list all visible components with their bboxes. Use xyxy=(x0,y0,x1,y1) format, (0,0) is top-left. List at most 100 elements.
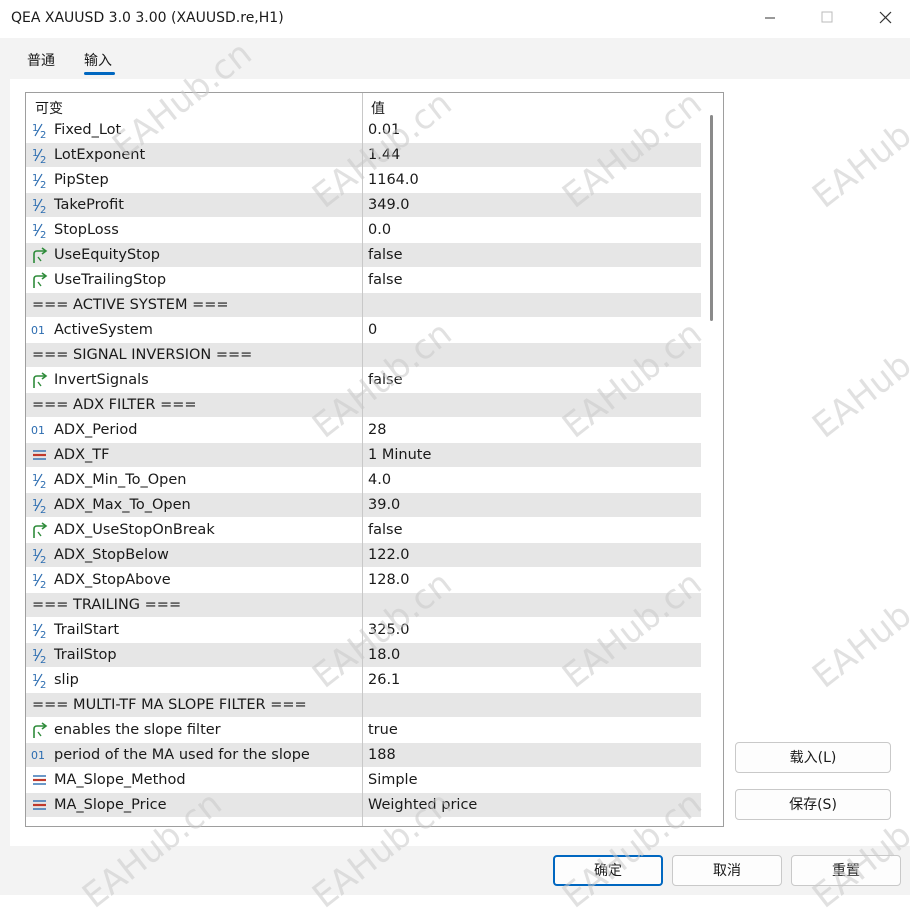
grid-header: 可变 值 xyxy=(26,93,701,118)
parameter-value[interactable]: Simple xyxy=(368,772,418,788)
parameter-value[interactable]: 325.0 xyxy=(368,622,410,638)
ok-button[interactable]: 确定 xyxy=(553,855,663,886)
parameter-row[interactable]: 1 2 ADX_StopAbove 128.0 xyxy=(26,568,701,593)
tab-general[interactable]: 普通 xyxy=(27,50,55,70)
parameter-row[interactable]: 01 ADX_Period 28 xyxy=(26,418,701,443)
parameter-row[interactable]: enables the slope filter true xyxy=(26,718,701,743)
parameters-grid: 可变 值 1 2 Fixed_Lot 0.01 1 2 LotExponent 1.44 1 2 P… xyxy=(25,92,724,827)
parameter-row[interactable]: 1 2 TakeProfit 349.0 xyxy=(26,193,701,218)
parameter-row[interactable]: 01 ActiveSystem 0 xyxy=(26,318,701,343)
parameter-value[interactable]: 188 xyxy=(368,747,396,763)
section-header-row[interactable]: === MULTI-TF MA SLOPE FILTER === xyxy=(26,693,701,718)
parameter-value[interactable]: 0.0 xyxy=(368,222,391,238)
fraction-icon: 12 xyxy=(30,195,50,215)
parameter-value[interactable]: false xyxy=(368,522,403,538)
parameter-value[interactable]: false xyxy=(368,372,403,388)
fraction-icon: 12 xyxy=(30,545,50,565)
parameter-row[interactable]: 1 2 TrailStop 18.0 xyxy=(26,643,701,668)
tab-inputs[interactable]: 输入 xyxy=(84,50,112,70)
section-header-row[interactable]: === ACTIVE SYSTEM === xyxy=(26,293,701,318)
parameter-value[interactable]: 0 xyxy=(368,322,377,338)
parameter-value[interactable]: 18.0 xyxy=(368,647,400,663)
bool-arrow-icon xyxy=(30,245,50,265)
reset-button[interactable]: 重置 xyxy=(791,855,901,886)
parameter-value[interactable]: 39.0 xyxy=(368,497,400,513)
parameter-row[interactable]: ADX_UseStopOnBreak false xyxy=(26,518,701,543)
fraction-icon: 12 xyxy=(30,620,50,640)
cancel-button[interactable]: 取消 xyxy=(672,855,782,886)
close-icon xyxy=(879,11,892,24)
parameter-row[interactable]: ADX_TF 1 Minute xyxy=(26,443,701,468)
parameter-row[interactable]: 1 2 ADX_Min_To_Open 4.0 xyxy=(26,468,701,493)
parameter-row[interactable]: 1 2 ADX_StopBelow 122.0 xyxy=(26,543,701,568)
parameter-row[interactable]: 1 2 StopLoss 0.0 xyxy=(26,218,701,243)
parameter-row[interactable]: 1 2 Fixed_Lot 0.01 xyxy=(26,118,701,143)
parameter-value[interactable]: 0.01 xyxy=(368,122,400,138)
parameter-name: ADX_UseStopOnBreak xyxy=(54,522,215,538)
svg-text:2: 2 xyxy=(40,655,46,665)
section-header-row[interactable]: === ADX FILTER === xyxy=(26,393,701,418)
header-value[interactable]: 值 xyxy=(371,98,385,118)
svg-text:2: 2 xyxy=(40,205,46,215)
svg-text:2: 2 xyxy=(40,180,46,190)
parameter-value[interactable]: 1.44 xyxy=(368,147,400,163)
parameter-value[interactable]: 1164.0 xyxy=(368,172,419,188)
fraction-icon: 12 xyxy=(30,495,50,515)
parameter-value[interactable]: Weighted price xyxy=(368,797,477,813)
svg-text:2: 2 xyxy=(40,155,46,165)
column-separator[interactable] xyxy=(362,93,363,826)
parameter-row[interactable]: 1 2 slip 26.1 xyxy=(26,668,701,693)
vertical-scrollbar[interactable] xyxy=(702,93,723,826)
svg-text:01: 01 xyxy=(31,424,45,437)
parameter-name: UseEquityStop xyxy=(54,247,160,263)
parameter-row[interactable]: UseTrailingStop false xyxy=(26,268,701,293)
parameter-value[interactable]: 1 Minute xyxy=(368,447,431,463)
header-variable[interactable]: 可变 xyxy=(35,98,63,118)
parameter-value[interactable]: true xyxy=(368,722,398,738)
parameter-row[interactable]: 1 2 ADX_Max_To_Open 39.0 xyxy=(26,493,701,518)
parameter-row[interactable]: 1 2 PipStep 1164.0 xyxy=(26,168,701,193)
fraction-icon: 12 xyxy=(30,670,50,690)
svg-text:2: 2 xyxy=(40,505,46,515)
active-tab-indicator xyxy=(84,72,115,75)
parameter-value[interactable]: false xyxy=(368,247,403,263)
parameter-value[interactable]: 128.0 xyxy=(368,572,410,588)
parameter-value[interactable]: false xyxy=(368,272,403,288)
section-header-row[interactable]: === TRAILING === xyxy=(26,593,701,618)
parameter-value[interactable]: 28 xyxy=(368,422,386,438)
section-header-row[interactable]: === SIGNAL INVERSION === xyxy=(26,343,701,368)
fraction-icon: 12 xyxy=(30,470,50,490)
close-button[interactable] xyxy=(862,0,908,36)
parameter-name: ADX_TF xyxy=(54,447,110,463)
save-button[interactable]: 保存(S) xyxy=(735,789,891,820)
int-icon: 01 xyxy=(30,420,50,440)
parameter-name: ADX_Min_To_Open xyxy=(54,472,187,488)
parameter-name: TakeProfit xyxy=(54,197,124,213)
parameter-value[interactable]: 26.1 xyxy=(368,672,400,688)
svg-text:01: 01 xyxy=(31,749,45,762)
parameter-row[interactable]: MA_Slope_Price Weighted price xyxy=(26,793,701,818)
parameter-name: TrailStop xyxy=(54,647,117,663)
parameter-row[interactable]: InvertSignals false xyxy=(26,368,701,393)
parameter-name: === ADX FILTER === xyxy=(32,397,197,413)
enum-icon xyxy=(30,770,50,790)
parameter-name: ActiveSystem xyxy=(54,322,153,338)
enum-icon xyxy=(30,445,50,465)
parameter-name: === MULTI-TF MA SLOPE FILTER === xyxy=(32,697,307,713)
svg-text:2: 2 xyxy=(40,130,46,140)
parameter-value[interactable]: 4.0 xyxy=(368,472,391,488)
parameter-row[interactable]: MA_Slope_Method Simple xyxy=(26,768,701,793)
parameter-row[interactable]: 1 2 TrailStart 325.0 xyxy=(26,618,701,643)
load-button[interactable]: 载入(L) xyxy=(735,742,891,773)
parameter-value[interactable]: 122.0 xyxy=(368,547,410,563)
maximize-button[interactable] xyxy=(802,0,848,36)
parameter-value[interactable]: 349.0 xyxy=(368,197,410,213)
parameter-row[interactable]: 01 period of the MA used for the slope 188 xyxy=(26,743,701,768)
maximize-icon xyxy=(821,11,833,23)
scrollbar-thumb[interactable] xyxy=(710,115,713,321)
minimize-button[interactable] xyxy=(745,0,791,36)
parameter-row[interactable]: UseEquityStop false xyxy=(26,243,701,268)
svg-text:2: 2 xyxy=(40,555,46,565)
svg-text:2: 2 xyxy=(40,580,46,590)
parameter-row[interactable]: 1 2 LotExponent 1.44 xyxy=(26,143,701,168)
